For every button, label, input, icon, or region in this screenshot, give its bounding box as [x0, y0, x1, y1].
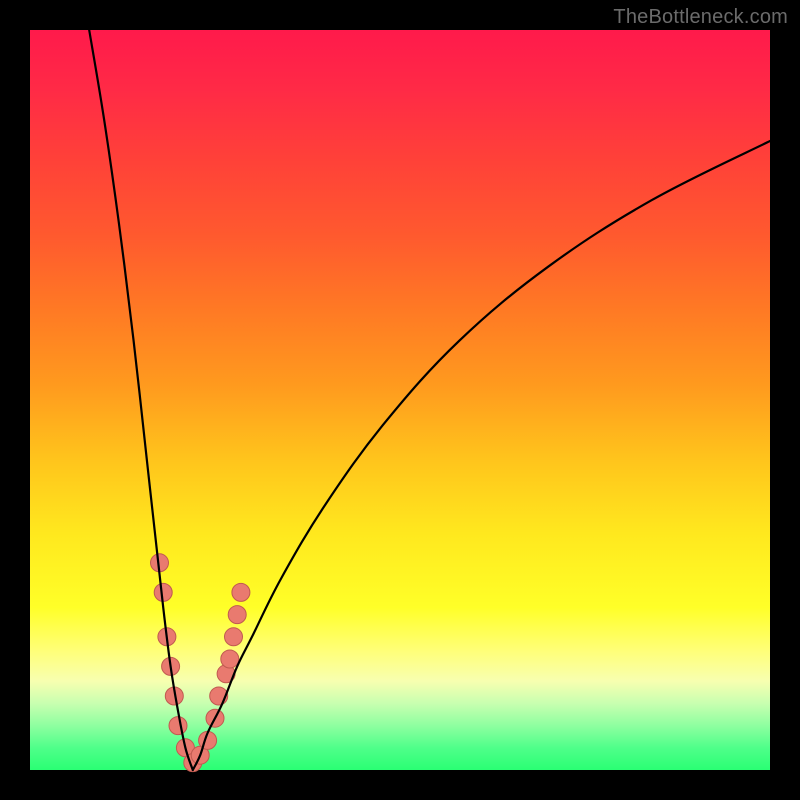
- valley-marker: [225, 628, 243, 646]
- curve-layer: [30, 30, 770, 770]
- valley-markers: [151, 554, 250, 772]
- valley-marker: [232, 583, 250, 601]
- plot-area: [30, 30, 770, 770]
- curve-left-branch: [89, 30, 193, 770]
- chart-frame: TheBottleneck.com: [0, 0, 800, 800]
- watermark-text: TheBottleneck.com: [613, 6, 788, 29]
- valley-marker: [221, 650, 239, 668]
- curve-right-branch: [193, 141, 770, 770]
- valley-marker: [169, 717, 187, 735]
- valley-marker: [228, 606, 246, 624]
